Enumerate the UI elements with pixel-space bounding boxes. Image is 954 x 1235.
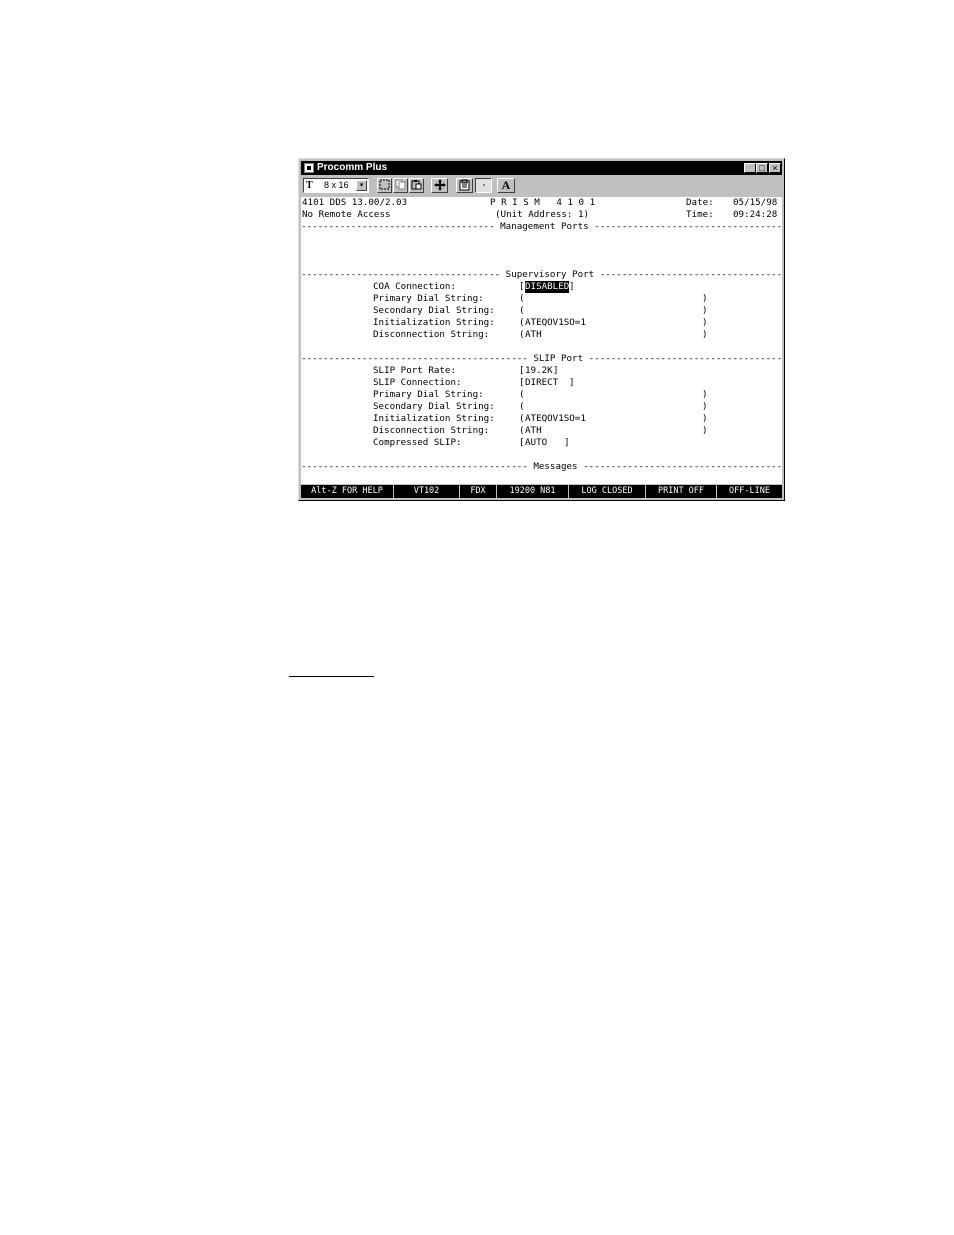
field-open-bracket: [ [519,365,525,376]
maximize-button[interactable]: □ [756,163,768,173]
field-label: Secondary Dial String: [373,305,495,316]
field-value[interactable]: ATH [525,329,542,341]
field-label: Compressed SLIP: [373,437,462,448]
remote-access-status: No Remote Access [302,209,391,220]
toggle-icon[interactable] [475,178,492,193]
status-cell: OFF-LINE [729,486,770,496]
status-bar: Alt-Z FOR HELP VT102 FDX 19200 N81 LOG CLOSE… [301,485,782,498]
product-name: P R I S M 4 1 0 1 [490,197,596,208]
field-open-bracket: ( [519,389,525,400]
field-label: COA Connection: [373,281,456,292]
field-open-bracket: [ [519,281,525,292]
field-label: Disconnection String: [373,425,490,436]
copy-icon[interactable] [393,178,408,193]
supervisory-port-separator: ------------------------------------ Sup… [301,269,782,280]
field-value[interactable]: 19.2K [525,365,553,377]
field-open-bracket: ( [519,329,525,340]
date-value: 05/15/98 [733,197,778,208]
field-value[interactable]: ATEQOV1SO=1 [525,317,586,329]
status-cell: LOG CLOSED [569,485,646,498]
field-close-bracket: ) [702,389,708,400]
move-icon[interactable] [431,178,448,193]
field-open-bracket: ( [519,305,525,316]
field-label: Primary Dial String: [373,389,484,400]
field-close-bracket: ) [702,305,708,316]
field-value[interactable]: DIRECT [525,377,569,389]
status-cell: VT102 [394,485,460,498]
field-value[interactable]: ATH [525,425,542,437]
version-text: 4101 DDS 13.00/2.03 [302,197,408,208]
time-value: 09:24:28 [733,209,778,220]
field-label: SLIP Port Rate: [373,365,456,376]
field-close-bracket: ] [553,365,559,376]
field-label: Initialization String: [373,317,495,328]
chevron-down-icon[interactable]: ▾ [356,180,367,191]
status-cell: PRINT OFF [646,485,717,498]
font-icon: T [306,180,313,191]
clipboard-icon[interactable] [456,178,473,193]
title-bar[interactable]: Procomm Plus _ □ × [301,161,782,175]
field-close-bracket: ) [702,317,708,328]
status-cell: FDX [460,485,497,498]
field-open-bracket: ( [519,317,525,328]
date-label: Date: [686,197,714,208]
field-close-bracket: ] [564,437,570,448]
slip-port-separator: ----------------------------------------… [301,353,782,364]
field-open-bracket: [ [519,377,525,388]
font-size-value: 8 x 16 [324,180,349,190]
footnote-rule [289,676,374,677]
status-cell: 19200 N81 [497,485,569,498]
field-label: Secondary Dial String: [373,401,495,412]
field-label: SLIP Connection: [373,377,462,388]
field-open-bracket: ( [519,425,525,436]
field-close-bracket: ) [702,401,708,412]
messages-separator: ----------------------------------------… [301,461,782,472]
text-style-icon[interactable]: A [497,178,515,193]
app-icon[interactable] [304,163,314,173]
field-open-bracket: ( [519,293,525,304]
paste-icon[interactable] [409,178,424,193]
field-close-bracket: ] [569,281,575,292]
field-close-bracket: ) [702,329,708,340]
terminal-screen[interactable]: 4101 DDS 13.00/2.03 P R I S M 4 1 0 1 Da… [301,197,782,484]
field-open-bracket: ( [519,413,525,424]
window-title: Procomm Plus [317,162,388,173]
time-label: Time: [686,209,714,220]
field-value[interactable]: DISABLED [525,281,570,293]
field-close-bracket: ) [702,293,708,304]
field-label: Initialization String: [373,413,495,424]
field-open-bracket: ( [519,401,525,412]
select-icon[interactable] [377,178,392,193]
unit-address: (Unit Address: 1) [495,209,590,220]
font-size-dropdown[interactable]: T 8 x 16 ▾ [303,178,369,193]
management-ports-separator: ----------------------------------- Mana… [301,221,782,232]
procomm-plus-window: Procomm Plus _ □ × T 8 x 16 ▾ A 4101 DDS… [298,158,785,501]
close-button[interactable]: × [769,163,781,173]
status-cell: Alt-Z FOR HELP [301,485,394,498]
field-close-bracket: ) [702,425,708,436]
field-open-bracket: [ [519,437,525,448]
field-label: Disconnection String: [373,329,490,340]
field-close-bracket: ) [702,413,708,424]
minimize-button[interactable]: _ [744,163,756,173]
field-value[interactable]: AUTO [525,437,564,449]
field-value[interactable]: ATEQOV1SO=1 [525,413,586,425]
field-label: Primary Dial String: [373,293,484,304]
field-close-bracket: ] [569,377,575,388]
toolbar: T 8 x 16 ▾ A [301,177,782,195]
